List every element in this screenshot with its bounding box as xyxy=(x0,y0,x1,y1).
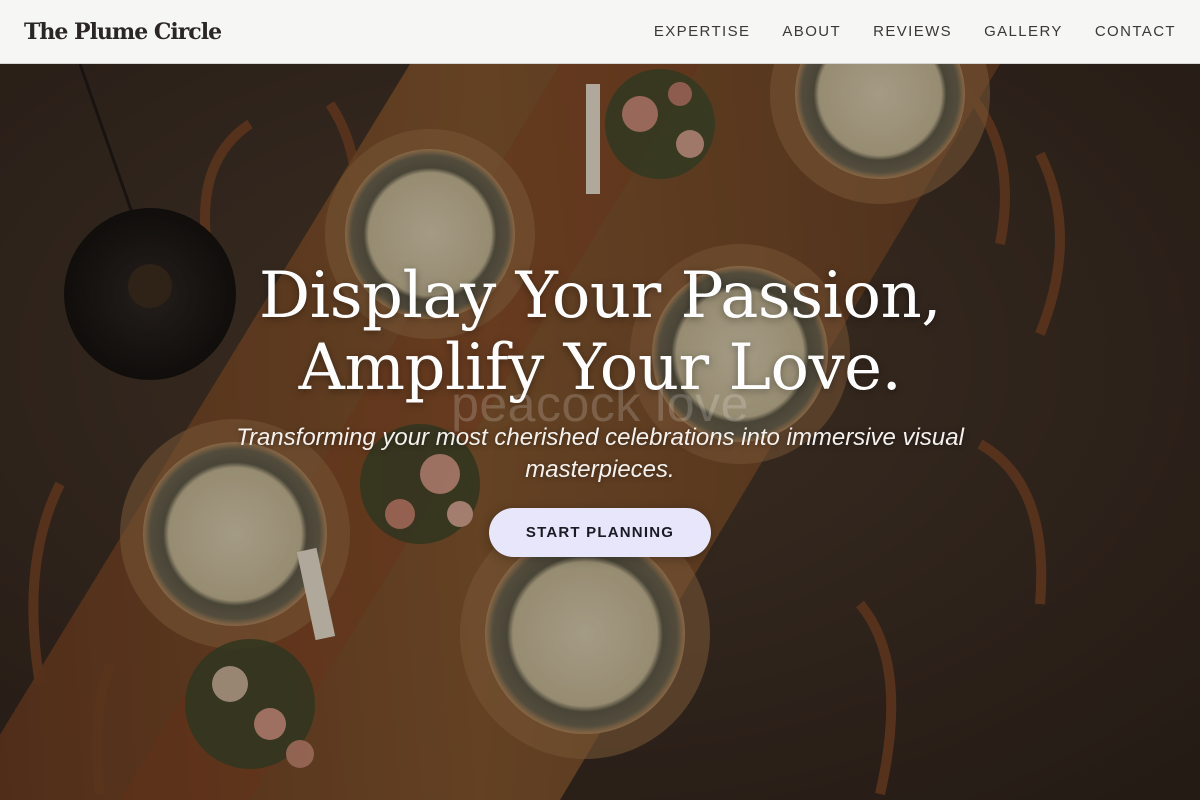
hero-subtitle: Transforming your most cherished celebra… xyxy=(236,424,964,483)
nav-expertise[interactable]: EXPERTISE xyxy=(654,22,751,42)
hero-title-line-1: Display Your Passion, xyxy=(258,259,942,333)
nav-contact[interactable]: CONTACT xyxy=(1095,22,1176,42)
start-planning-button[interactable]: START PLANNING xyxy=(489,508,711,557)
main-nav: EXPERTISE ABOUT REVIEWS GALLERY CONTACT xyxy=(654,0,1176,64)
brand-logo[interactable]: The Plume Circle xyxy=(24,17,222,47)
hero-section: Display Your Passion, Amplify Your Love.… xyxy=(0,64,1200,800)
nav-reviews[interactable]: REVIEWS xyxy=(873,22,952,42)
nav-gallery[interactable]: GALLERY xyxy=(984,22,1063,42)
nav-about[interactable]: ABOUT xyxy=(782,22,841,42)
site-header: The Plume Circle EXPERTISE ABOUT REVIEWS… xyxy=(0,0,1200,64)
page: The Plume Circle EXPERTISE ABOUT REVIEWS… xyxy=(0,0,1200,800)
